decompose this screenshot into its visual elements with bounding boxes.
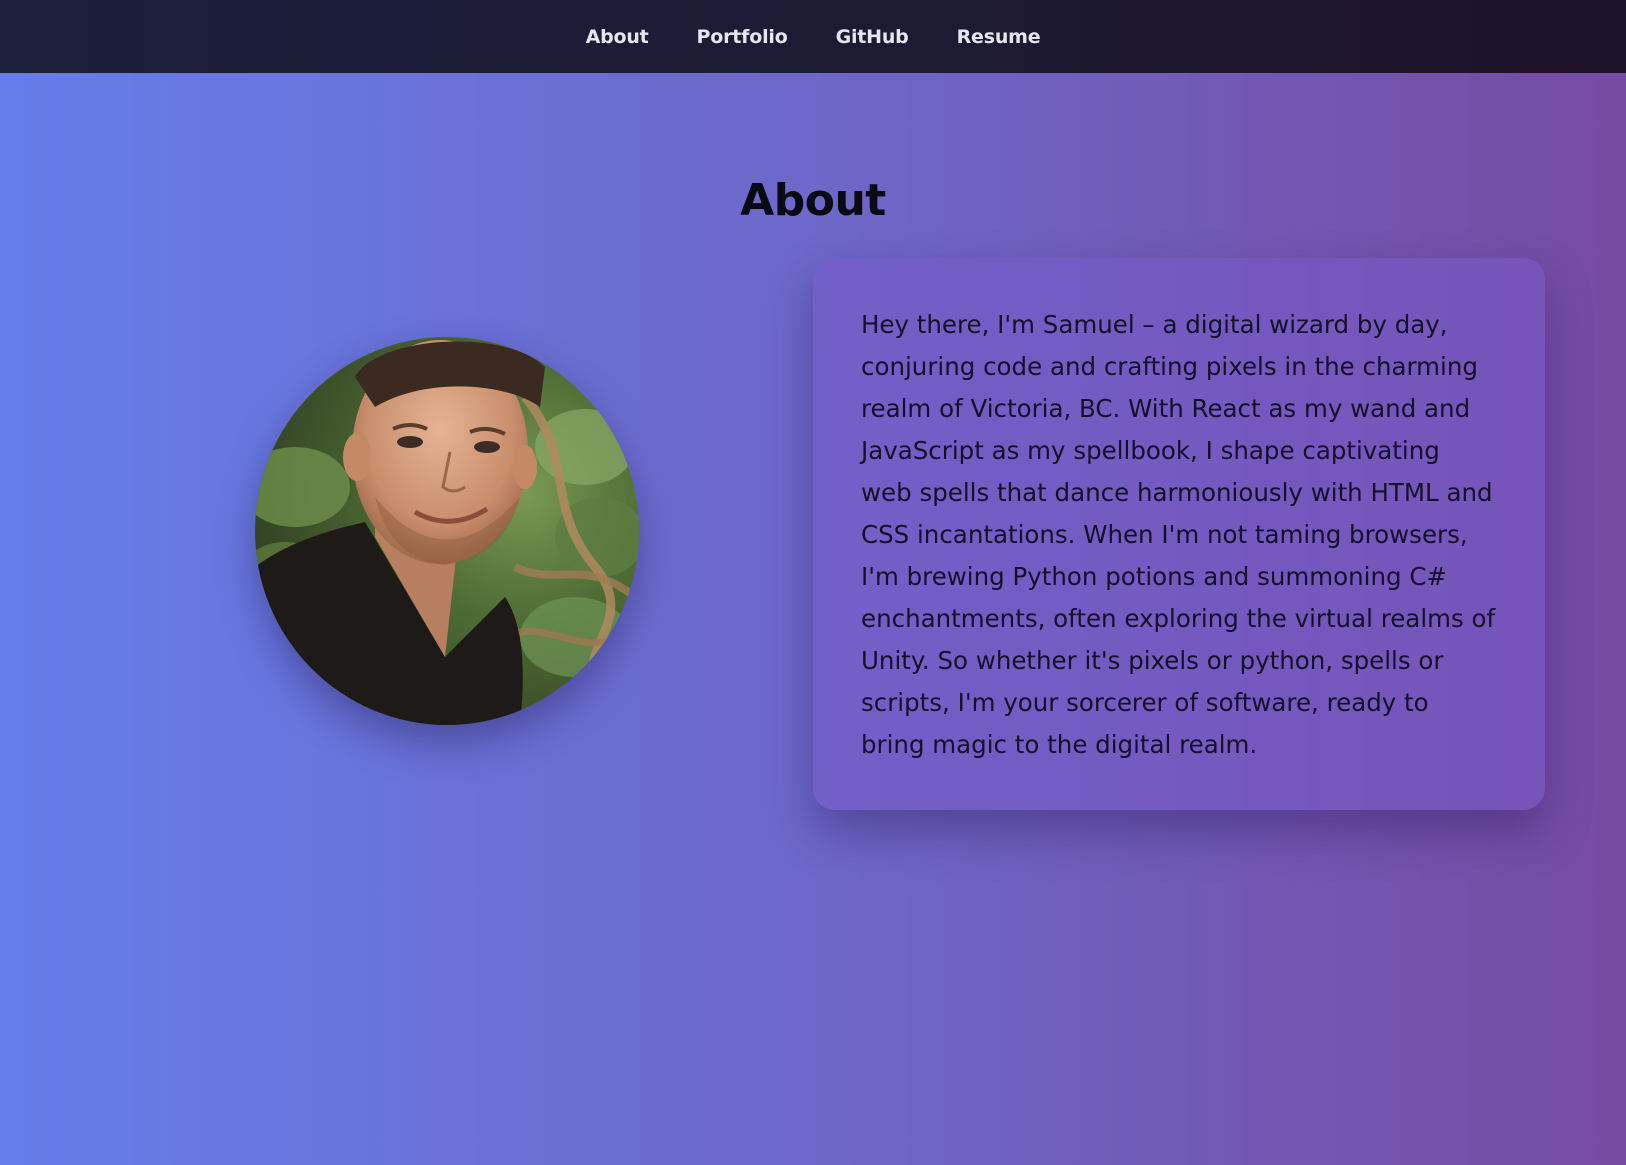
page-title: About — [740, 175, 886, 226]
nav-link-github[interactable]: GitHub — [836, 26, 909, 48]
about-bio-text: Hey there, I'm Samuel – a digital wizard… — [861, 310, 1496, 759]
profile-photo-image — [255, 337, 639, 725]
nav-link-portfolio[interactable]: Portfolio — [697, 26, 788, 48]
about-card: Hey there, I'm Samuel – a digital wizard… — [813, 258, 1545, 810]
nav-link-resume[interactable]: Resume — [957, 26, 1041, 48]
top-navbar: About Portfolio GitHub Resume — [0, 0, 1626, 73]
nav-link-about[interactable]: About — [586, 26, 649, 48]
profile-photo — [255, 337, 639, 725]
